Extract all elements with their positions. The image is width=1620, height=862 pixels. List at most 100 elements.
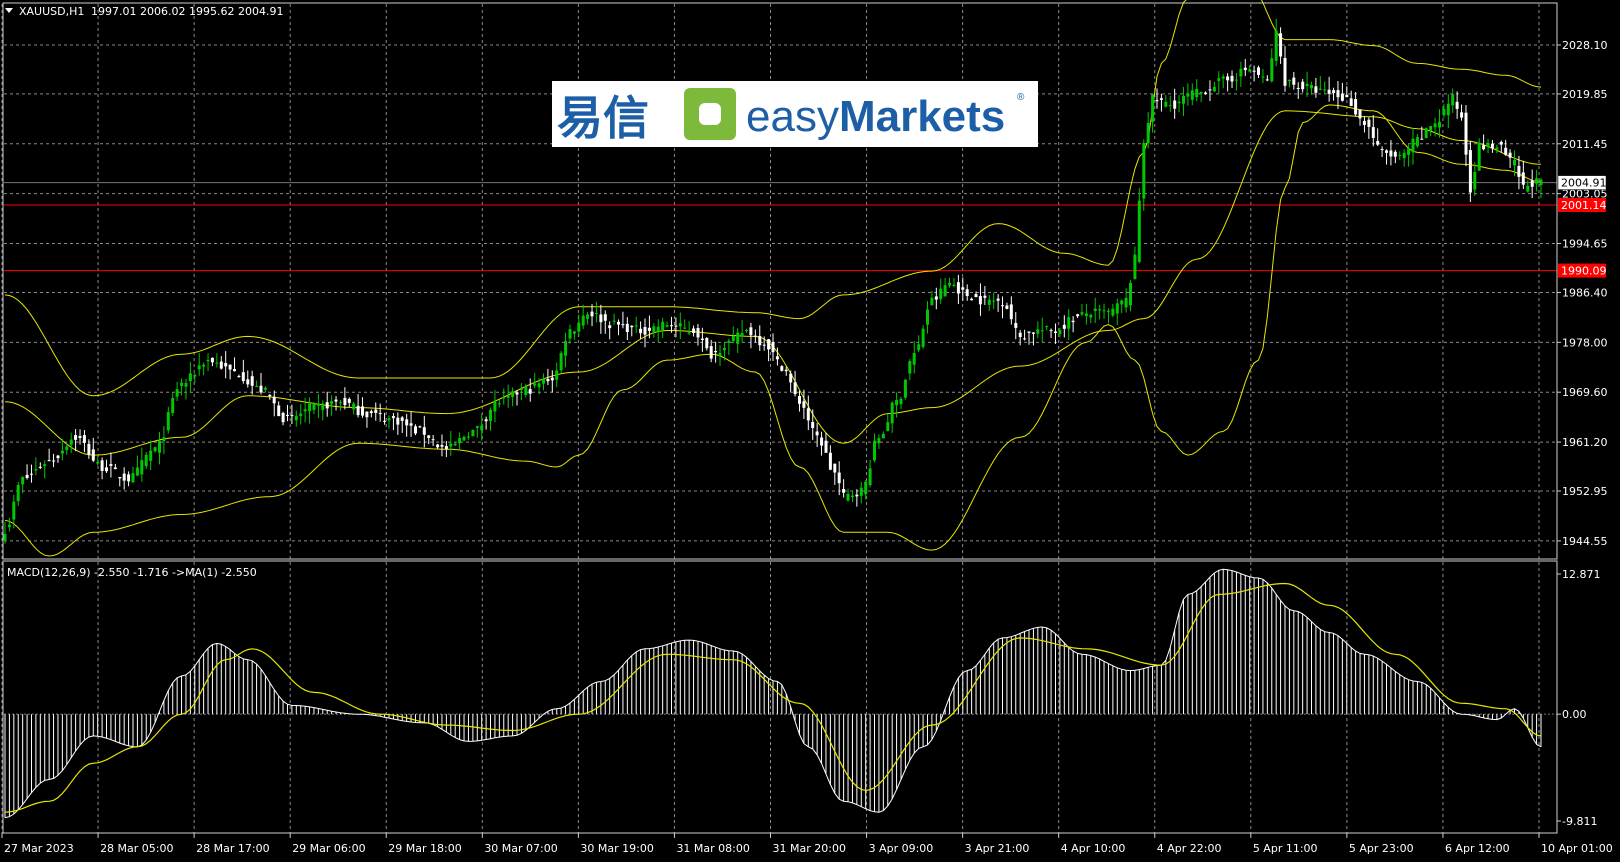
candle-body [1217, 78, 1221, 81]
candle-body [1093, 308, 1097, 312]
candle-body [793, 382, 797, 395]
chart-header[interactable]: XAUUSD,H1 1997.01 2006.02 1995.62 2004.9… [5, 5, 283, 18]
candle-body [983, 295, 987, 298]
candle-body [272, 396, 276, 404]
candle-body [647, 327, 651, 331]
candle-body [1429, 126, 1433, 131]
price-marker-label: 2004.91 [1561, 177, 1607, 190]
candle-body [105, 467, 108, 472]
candle-body [1310, 85, 1313, 89]
time-tick-label: 4 Apr 10:00 [1061, 842, 1126, 855]
candle-body [1111, 308, 1115, 316]
candle-body [25, 474, 29, 478]
candle-body [462, 436, 466, 441]
candle-body [1283, 58, 1287, 86]
time-tick-label: 28 Mar 17:00 [196, 842, 269, 855]
candle-body [590, 311, 594, 317]
candle-body [683, 327, 687, 329]
candle-body [1005, 305, 1009, 309]
candle-body [943, 285, 947, 297]
candle-body [1517, 165, 1521, 177]
candle-body [1168, 105, 1172, 107]
candle-body [144, 454, 148, 467]
easymarkets-logo: 易信 easyMarkets ® [552, 81, 1038, 147]
candle-body [806, 408, 810, 421]
candle-body [1535, 178, 1539, 184]
candle-body [21, 476, 25, 485]
candle-body [131, 473, 135, 483]
candle-body [127, 474, 131, 482]
candle-body [303, 409, 307, 412]
candle-body [1212, 86, 1216, 92]
candle-body [299, 413, 303, 416]
candle-body [1296, 87, 1300, 89]
candle-body [1451, 94, 1455, 106]
candle-body [188, 373, 192, 382]
candle-body [228, 364, 232, 370]
candle-body [290, 415, 294, 417]
price-tick-label: 1952.95 [1562, 485, 1608, 498]
candle-body [343, 397, 347, 405]
candle-body [1420, 138, 1424, 140]
candle-body [789, 373, 793, 383]
candle-body [1424, 128, 1428, 138]
candle-body [69, 439, 73, 445]
candle-body [3, 534, 7, 540]
candle-body [1336, 90, 1340, 98]
candle-body [440, 445, 444, 447]
candle-body [1177, 101, 1181, 104]
candle-body [868, 468, 872, 486]
candle-body [961, 287, 965, 290]
candle-body [1490, 143, 1494, 149]
candle-body [60, 450, 64, 454]
candle-body [12, 501, 16, 520]
candle-body [934, 296, 938, 300]
candle-body [383, 420, 387, 422]
candle-body [458, 438, 462, 444]
candle-body [859, 487, 863, 496]
candle-body [643, 327, 647, 335]
candle-body [502, 397, 506, 399]
candle-body [559, 352, 563, 371]
price-tick-label: 1969.60 [1562, 386, 1608, 399]
candle-body [369, 411, 373, 414]
candle-body [696, 328, 700, 338]
candle-body [321, 403, 325, 410]
candle-body [568, 329, 572, 339]
candle-body [1182, 95, 1185, 104]
candle-body [1508, 152, 1512, 158]
time-tick-label: 29 Mar 18:00 [388, 842, 461, 855]
candle-body [480, 425, 484, 431]
candle-body [1446, 103, 1450, 116]
candle-body [1521, 172, 1525, 185]
candle-body [1089, 314, 1093, 318]
candle-body [1040, 330, 1044, 332]
time-tick-label: 28 Mar 05:00 [100, 842, 173, 855]
candle-body [56, 455, 60, 459]
candle-body [493, 401, 497, 412]
candle-body [1067, 317, 1071, 329]
candle-body [418, 426, 422, 428]
candle-body [533, 383, 537, 386]
candle-body [497, 403, 501, 405]
candle-body [912, 353, 916, 365]
candle-body [1151, 94, 1155, 122]
candle-body [1433, 123, 1437, 128]
candle-body [1513, 160, 1516, 166]
candle-body [586, 314, 590, 319]
price-marker-label: 2001.14 [1561, 199, 1607, 212]
candle-body [820, 437, 824, 446]
candle-body [1287, 79, 1291, 82]
candle-body [1257, 67, 1260, 75]
candle-body [193, 374, 197, 377]
time-tick-label: 30 Mar 19:00 [580, 842, 653, 855]
candle-body [52, 460, 56, 462]
candle-body [47, 460, 51, 462]
candle-body [1076, 314, 1080, 317]
candle-body [908, 361, 912, 374]
price-tick-label: 1994.65 [1562, 238, 1608, 251]
candle-body [449, 443, 453, 447]
price-tick-label: 1961.20 [1562, 436, 1608, 449]
candle-body [400, 417, 404, 421]
time-tick-label: 5 Apr 11:00 [1253, 842, 1318, 855]
